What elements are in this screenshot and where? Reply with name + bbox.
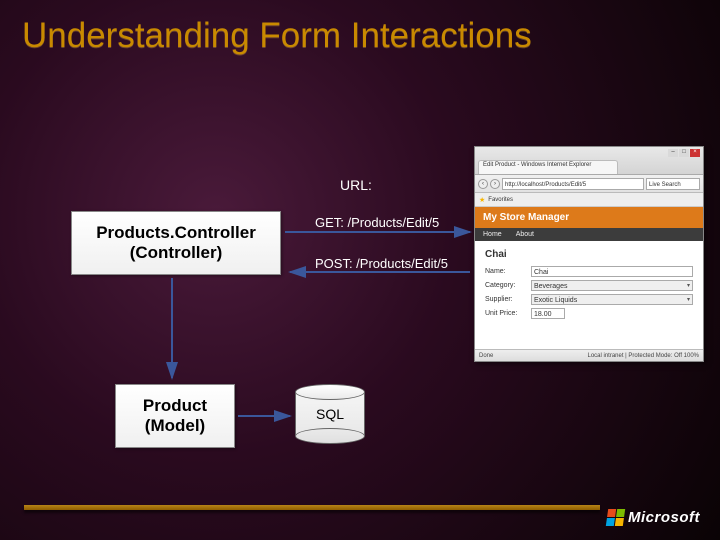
sql-label: SQL <box>295 406 365 422</box>
select-category[interactable]: Beverages <box>531 280 693 291</box>
search-input[interactable]: Live Search <box>646 178 700 190</box>
browser-tab[interactable]: Edit Product - Windows Internet Explorer <box>478 160 618 174</box>
status-bar: Done Local intranet | Protected Mode: Of… <box>475 349 703 361</box>
status-left: Done <box>479 353 493 359</box>
back-icon[interactable]: ‹ <box>478 179 488 189</box>
get-request-label: GET: /Products/Edit/5 <box>315 215 439 230</box>
label-category: Category: <box>485 282 525 289</box>
site-nav: Home About <box>475 228 703 241</box>
label-price: Unit Price: <box>485 310 525 317</box>
input-price[interactable]: 18.00 <box>531 308 565 319</box>
maximize-icon[interactable]: □ <box>679 149 689 157</box>
microsoft-wordmark: Microsoft <box>628 509 700 526</box>
form-row-category: Category: Beverages <box>485 280 693 291</box>
minimize-icon[interactable]: – <box>668 149 678 157</box>
label-name: Name: <box>485 268 525 275</box>
browser-titlebar: – □ × Edit Product - Windows Internet Ex… <box>475 147 703 175</box>
browser-toolbar: ‹ › http://localhost/Products/Edit/5 Liv… <box>475 175 703 193</box>
status-right: Local intranet | Protected Mode: Off 100… <box>587 353 699 359</box>
nav-about[interactable]: About <box>516 231 534 238</box>
microsoft-logo: Microsoft <box>607 509 700 526</box>
forward-icon[interactable]: › <box>490 179 500 189</box>
controller-base: (Controller) <box>72 243 280 263</box>
model-name: Product <box>116 396 234 416</box>
url-label: URL: <box>340 177 372 193</box>
close-icon[interactable]: × <box>690 149 700 157</box>
favorites-bar: ★ Favorites <box>475 193 703 207</box>
model-base: (Model) <box>116 416 234 436</box>
address-bar[interactable]: http://localhost/Products/Edit/5 <box>502 178 644 190</box>
input-name[interactable]: Chai <box>531 266 693 277</box>
nav-home[interactable]: Home <box>483 231 502 238</box>
slide-title: Understanding Form Interactions <box>22 16 532 56</box>
controller-name: Products.Controller <box>72 223 280 243</box>
model-box: Product (Model) <box>115 384 235 448</box>
page-content: My Store Manager Home About Chai Name: C… <box>475 207 703 349</box>
star-icon[interactable]: ★ <box>479 196 485 204</box>
site-title: My Store Manager <box>475 207 703 228</box>
controller-box: Products.Controller (Controller) <box>71 211 281 275</box>
form-row-price: Unit Price: 18.00 <box>485 308 693 319</box>
favorites-label: Favorites <box>488 197 513 203</box>
post-request-label: POST: /Products/Edit/5 <box>315 256 448 271</box>
sql-database: SQL <box>295 384 365 444</box>
label-supplier: Supplier: <box>485 296 525 303</box>
microsoft-flag-icon <box>606 509 625 526</box>
form-row-name: Name: Chai <box>485 266 693 277</box>
form-row-supplier: Supplier: Exotic Liquids <box>485 294 693 305</box>
footer-accent-bar <box>24 505 600 510</box>
browser-window: – □ × Edit Product - Windows Internet Ex… <box>474 146 704 362</box>
product-heading: Chai <box>485 249 693 260</box>
select-supplier[interactable]: Exotic Liquids <box>531 294 693 305</box>
